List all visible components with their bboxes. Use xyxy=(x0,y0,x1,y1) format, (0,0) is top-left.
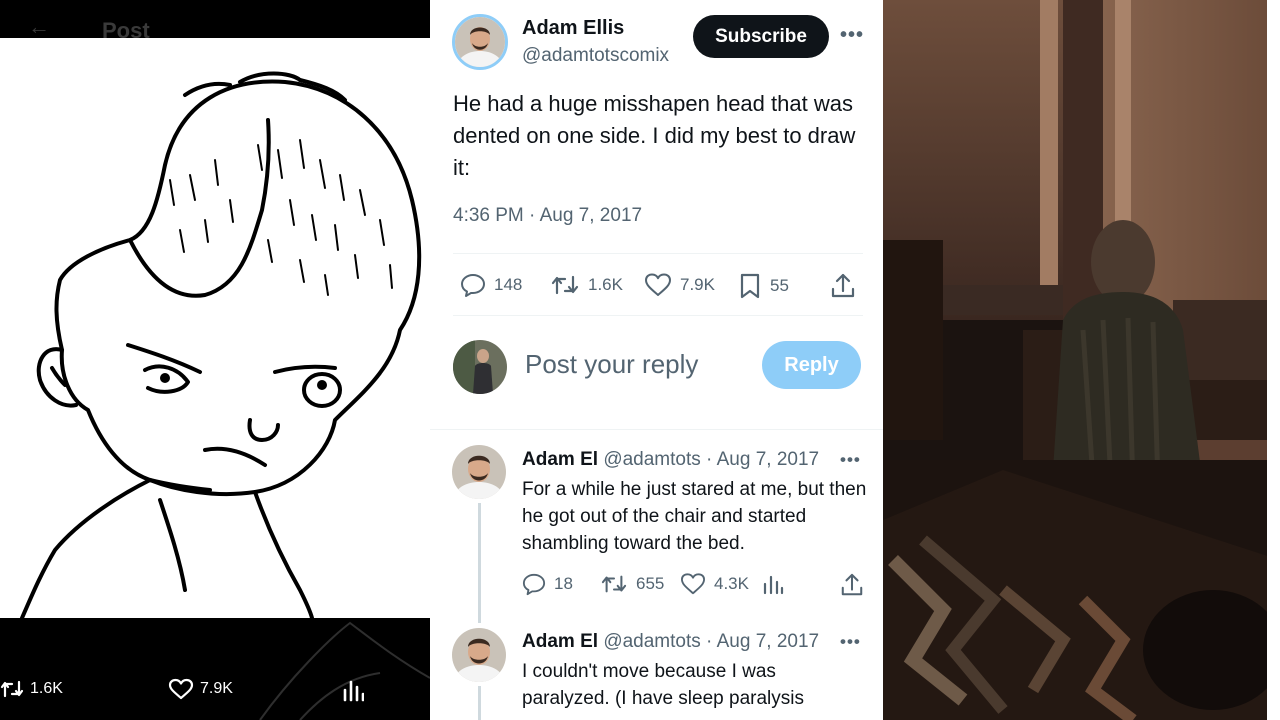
dark-background-sketch xyxy=(259,621,430,720)
reply-more-options-icon[interactable]: ••• xyxy=(840,632,861,652)
dark-room-photo xyxy=(883,0,1280,720)
head-drawing-illustration xyxy=(20,71,422,618)
current-user-avatar-image xyxy=(453,340,507,394)
retweet-icon xyxy=(0,680,24,698)
author-handle[interactable]: @adamtotscomix xyxy=(522,45,669,67)
share-icon xyxy=(841,573,863,596)
reply-input[interactable]: Post your reply xyxy=(525,349,698,380)
current-user-avatar[interactable] xyxy=(453,340,507,394)
reply-text: I couldn't move because I was paralyzed.… xyxy=(522,661,804,709)
retweet-icon xyxy=(601,575,627,593)
author-avatar[interactable] xyxy=(452,14,508,70)
reply-submit-button[interactable]: Reply xyxy=(762,341,861,389)
author-avatar-image xyxy=(455,17,505,67)
reply-author-name[interactable]: Adam El xyxy=(522,449,598,470)
analytics-icon xyxy=(343,680,364,702)
analytics-icon xyxy=(763,575,784,595)
thread-connector-line xyxy=(478,686,481,720)
reply-share-button[interactable] xyxy=(840,572,864,598)
reply-comment-count: 18 xyxy=(554,574,573,593)
reply-author-avatar-image xyxy=(452,445,506,499)
reply-comment-button[interactable]: 18 xyxy=(522,572,573,596)
reply-author-handle[interactable]: @adamtots xyxy=(603,449,700,470)
retweet-action-button[interactable]: 1.6K xyxy=(550,272,623,298)
divider xyxy=(453,315,863,316)
tweet-thread-panel: Adam Ellis @adamtotscomix Subscribe ••• … xyxy=(430,0,883,720)
reply-author-avatar-image xyxy=(452,628,506,682)
more-options-icon[interactable]: ••• xyxy=(840,24,864,47)
share-action-button[interactable] xyxy=(830,272,856,300)
image-viewer-panel: ← Post 1.6K 7.9K xyxy=(0,0,430,720)
tweet-text: He had a huge misshapen head that was de… xyxy=(453,91,856,180)
thread-connector-line xyxy=(478,503,481,623)
divider xyxy=(430,429,883,430)
reply-retweet-button[interactable]: 655 xyxy=(600,572,664,596)
like-action-button[interactable]: 7.9K xyxy=(644,272,715,298)
viewer-retweet-count: 1.6K xyxy=(30,680,63,697)
retweet-count: 1.6K xyxy=(588,275,623,294)
bookmark-action-button[interactable]: 55 xyxy=(738,272,789,300)
reply-like-button[interactable]: 4.3K xyxy=(680,572,749,596)
subscribe-button[interactable]: Subscribe xyxy=(693,15,829,58)
reply-action-button[interactable]: 148 xyxy=(460,272,522,298)
bookmark-count: 55 xyxy=(770,276,789,295)
divider xyxy=(453,253,863,254)
heart-icon xyxy=(168,678,194,700)
image-viewer-actions: 1.6K 7.9K xyxy=(0,618,430,720)
reply-text: For a while he just stared at me, but th… xyxy=(522,479,867,554)
author-name[interactable]: Adam Ellis xyxy=(522,17,624,40)
like-count: 7.9K xyxy=(680,275,715,294)
viewer-like-button[interactable]: 7.9K xyxy=(168,678,233,700)
share-icon xyxy=(831,273,855,298)
reply-analytics-button[interactable] xyxy=(762,572,784,596)
viewer-analytics-button[interactable] xyxy=(342,678,364,702)
comment-icon xyxy=(461,274,485,297)
reply-like-count: 4.3K xyxy=(714,574,749,593)
bookmark-icon xyxy=(740,273,760,299)
frame-edge xyxy=(1267,0,1280,720)
reply-count: 148 xyxy=(494,275,523,294)
reply-retweet-count: 655 xyxy=(636,574,665,593)
reply-date[interactable]: · Aug 7, 2017 xyxy=(706,631,819,652)
reply-date[interactable]: · Aug 7, 2017 xyxy=(706,449,819,470)
misshapen-head-drawing xyxy=(0,38,430,618)
reply-header: Adam El @adamtots · Aug 7, 2017 xyxy=(522,449,819,471)
retweet-icon xyxy=(551,275,579,295)
comment-icon xyxy=(522,573,546,596)
reply-header: Adam El @adamtots · Aug 7, 2017 xyxy=(522,631,819,653)
tweet-timestamp[interactable]: 4:36 PM · Aug 7, 2017 xyxy=(453,205,642,227)
viewer-retweet-button[interactable]: 1.6K xyxy=(0,678,63,700)
reply-author-name[interactable]: Adam El xyxy=(522,631,598,652)
dark-room-scene-image xyxy=(883,0,1280,720)
image-viewer-header: ← Post xyxy=(0,0,430,42)
back-arrow-icon[interactable]: ← xyxy=(28,16,50,38)
viewer-like-count: 7.9K xyxy=(200,680,233,697)
reply-author-handle[interactable]: @adamtots xyxy=(603,631,700,652)
reply-author-avatar[interactable] xyxy=(452,628,506,682)
heart-icon xyxy=(681,573,705,595)
heart-icon xyxy=(645,273,671,296)
reply-more-options-icon[interactable]: ••• xyxy=(840,450,861,470)
reply-author-avatar[interactable] xyxy=(452,445,506,499)
